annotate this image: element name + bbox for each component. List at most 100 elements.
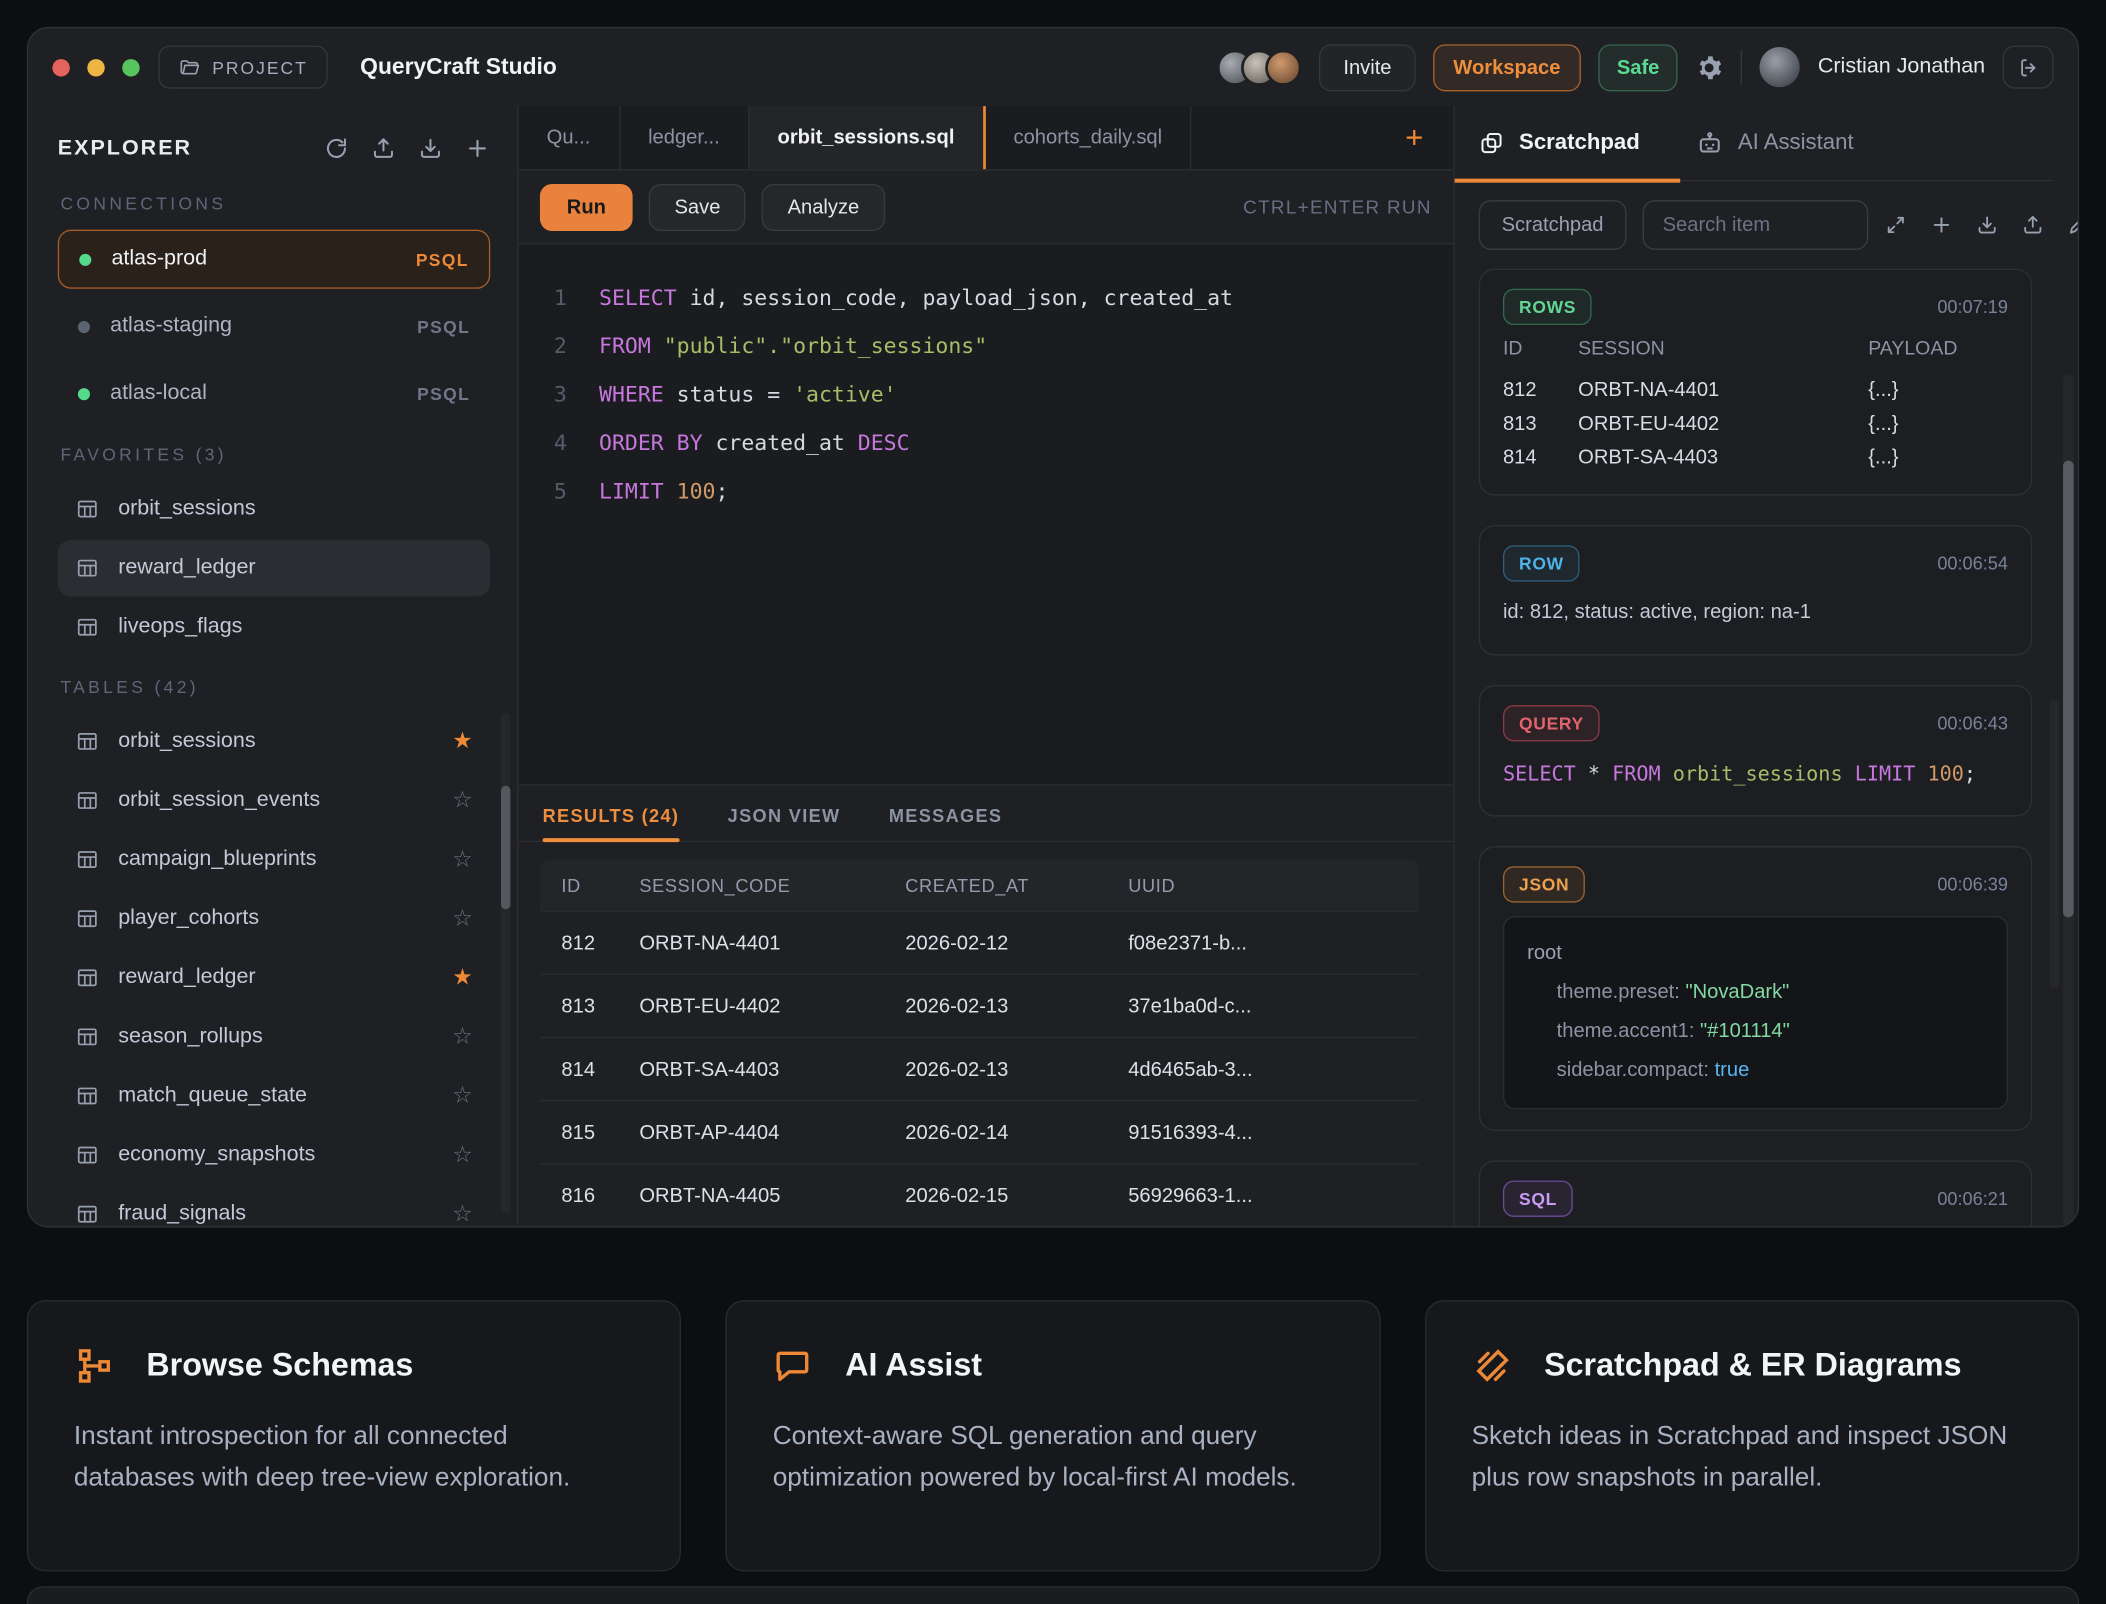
- download-icon[interactable]: [1976, 214, 1999, 237]
- feature-card-ai-assist: AI Assist Context-aware SQL generation a…: [726, 1300, 1381, 1571]
- json-tree: root theme.preset: "NovaDark" theme.acce…: [1503, 916, 2008, 1109]
- workspace-badge[interactable]: Workspace: [1433, 44, 1580, 91]
- save-button[interactable]: Save: [649, 183, 746, 230]
- tab-json-view[interactable]: JSON VIEW: [728, 806, 841, 841]
- table-row[interactable]: 813ORBT-EU-44022026-02-1337e1ba0d-c...: [540, 974, 1418, 1037]
- json-root-node[interactable]: root: [1527, 933, 1984, 972]
- table-item[interactable]: match_queue_state ☆: [58, 1068, 490, 1124]
- minimize-window-button[interactable]: [87, 58, 104, 75]
- active-tab-underline: [1455, 179, 1681, 183]
- add-icon[interactable]: [465, 136, 491, 162]
- star-icon[interactable]: ☆: [452, 1023, 472, 1050]
- sidebar-scrollbar[interactable]: [501, 713, 510, 1213]
- line-number: 5: [518, 467, 566, 515]
- tab-scratchpad[interactable]: Scratchpad: [1479, 130, 1640, 156]
- favorite-item-label: orbit_sessions: [118, 497, 255, 521]
- tab-ai-assistant-label: AI Assistant: [1738, 130, 1854, 156]
- maximize-window-button[interactable]: [122, 58, 139, 75]
- table-item[interactable]: orbit_sessions ★: [58, 713, 490, 769]
- feature-title: Browse Schemas: [146, 1347, 413, 1385]
- scratchpad-scrollbar-thumb[interactable]: [2063, 461, 2074, 918]
- safe-badge[interactable]: Safe: [1598, 44, 1678, 91]
- feature-header: Scratchpad & ER Diagrams: [1472, 1346, 2033, 1386]
- column-header: CREATED_AT: [905, 875, 1128, 895]
- table-item[interactable]: season_rollups ☆: [58, 1009, 490, 1065]
- analyze-button[interactable]: Analyze: [762, 183, 885, 230]
- run-button[interactable]: Run: [540, 183, 633, 230]
- table-row[interactable]: 815ORBT-AP-44042026-02-1491516393-4...: [540, 1100, 1418, 1163]
- table-icon: [75, 1202, 99, 1226]
- editor-tab-active[interactable]: orbit_sessions.sql: [749, 106, 985, 169]
- bottom-sheet-edge: [27, 1586, 2079, 1604]
- refresh-icon[interactable]: [324, 136, 350, 162]
- new-tab-button[interactable]: +: [1375, 106, 1453, 169]
- invite-button[interactable]: Invite: [1319, 44, 1416, 91]
- favorite-item-liveops-flags[interactable]: liveops_flags: [58, 599, 490, 655]
- table-row[interactable]: 814ORBT-SA-44032026-02-134d6465ab-3...: [540, 1037, 1418, 1100]
- project-button[interactable]: PROJECT: [158, 46, 327, 89]
- sidebar-scrollbar-thumb[interactable]: [501, 786, 510, 910]
- connection-type-badge: PSQL: [417, 316, 470, 336]
- editor-tab-label: cohorts_daily.sql: [1014, 126, 1163, 149]
- table-row[interactable]: 816ORBT-NA-44052026-02-1556929663-1...: [540, 1163, 1418, 1226]
- scratchpad-cards: ROWS 00:07:19 ID SESSION PAYLOAD 812ORBT…: [1479, 269, 2054, 1227]
- sql-editor[interactable]: 1 SELECT id, session_code, payload_json,…: [518, 243, 1453, 784]
- results-table-header: ID SESSION_CODE CREATED_AT UUID: [540, 860, 1418, 911]
- code-line: 1 SELECT id, session_code, payload_json,…: [518, 274, 1453, 322]
- scratch-card-json[interactable]: JSON 00:06:39 root theme.preset: "NovaDa…: [1479, 846, 2032, 1131]
- table-item[interactable]: fraud_signals ☆: [58, 1186, 490, 1226]
- favorite-item-reward-ledger[interactable]: reward_ledger: [58, 540, 490, 596]
- tab-ai-assistant[interactable]: AI Assistant: [1696, 130, 1853, 157]
- page: PROJECT QueryCraft Studio Invite Workspa…: [0, 0, 2106, 1604]
- table-item[interactable]: reward_ledger ★: [58, 950, 490, 1006]
- add-icon[interactable]: [1930, 214, 1953, 237]
- editor-tab[interactable]: ledger...: [620, 106, 749, 169]
- explorer-actions: [324, 136, 491, 162]
- close-window-button[interactable]: [52, 58, 69, 75]
- scratch-card-row[interactable]: ROW 00:06:54 id: 812, status: active, re…: [1479, 525, 2032, 655]
- scratchpad-filter-button[interactable]: Scratchpad: [1479, 200, 1627, 250]
- table-icon: [75, 788, 99, 812]
- tables-section-label: TABLES (42): [60, 677, 487, 697]
- table-item[interactable]: campaign_blueprints ☆: [58, 831, 490, 887]
- star-icon[interactable]: ☆: [452, 846, 472, 873]
- star-icon[interactable]: ☆: [452, 1142, 472, 1169]
- download-icon[interactable]: [418, 136, 444, 162]
- connection-item-atlas-staging[interactable]: atlas-staging PSQL: [58, 297, 490, 356]
- scratch-card-query[interactable]: QUERY 00:06:43 SELECT * FROM orbit_sessi…: [1479, 685, 2032, 817]
- table-row[interactable]: 812ORBT-NA-44012026-02-12f08e2371-b...: [540, 911, 1418, 974]
- connection-item-atlas-prod[interactable]: atlas-prod PSQL: [58, 230, 490, 289]
- tab-results[interactable]: RESULTS (24): [543, 806, 680, 841]
- table-item-label: orbit_session_events: [118, 788, 320, 812]
- star-icon[interactable]: ☆: [452, 1083, 472, 1110]
- search-input[interactable]: [1642, 200, 1868, 250]
- editor-tab[interactable]: Qu...: [518, 106, 619, 169]
- scratchpad-scrollbar[interactable]: [2063, 375, 2074, 1227]
- star-icon[interactable]: ★: [452, 728, 472, 755]
- line-number: 2: [518, 322, 566, 370]
- logout-button[interactable]: [2003, 46, 2054, 89]
- upload-icon[interactable]: [2021, 214, 2044, 237]
- editor-tab[interactable]: cohorts_daily.sql: [985, 106, 1191, 169]
- table-item[interactable]: orbit_session_events ☆: [58, 772, 490, 828]
- column-header: UUID: [1128, 875, 1397, 895]
- star-icon[interactable]: ☆: [452, 905, 472, 932]
- gear-icon[interactable]: [1696, 53, 1724, 81]
- tab-messages[interactable]: MESSAGES: [889, 806, 1003, 841]
- expand-icon[interactable]: [1884, 214, 1907, 237]
- upload-icon[interactable]: [371, 136, 397, 162]
- pencil-icon[interactable]: [2067, 214, 2078, 237]
- rows-badge: ROWS: [1503, 289, 1592, 325]
- star-icon[interactable]: ☆: [452, 787, 472, 814]
- pages-icon: [1479, 130, 1505, 156]
- explorer-header: EXPLORER: [58, 136, 490, 162]
- table-item[interactable]: player_cohorts ☆: [58, 890, 490, 946]
- connections-section-label: CONNECTIONS: [60, 193, 487, 213]
- favorite-item-orbit-sessions[interactable]: orbit_sessions: [58, 481, 490, 537]
- scratch-card-sql[interactable]: SQL 00:06:21 UPDATE liveops_flags SET en…: [1479, 1160, 2032, 1226]
- star-icon[interactable]: ★: [452, 964, 472, 991]
- table-item[interactable]: economy_snapshots ☆: [58, 1127, 490, 1183]
- connection-item-atlas-local[interactable]: atlas-local PSQL: [58, 364, 490, 423]
- scratch-card-rows[interactable]: ROWS 00:07:19 ID SESSION PAYLOAD 812ORBT…: [1479, 269, 2032, 496]
- star-icon[interactable]: ☆: [452, 1201, 472, 1227]
